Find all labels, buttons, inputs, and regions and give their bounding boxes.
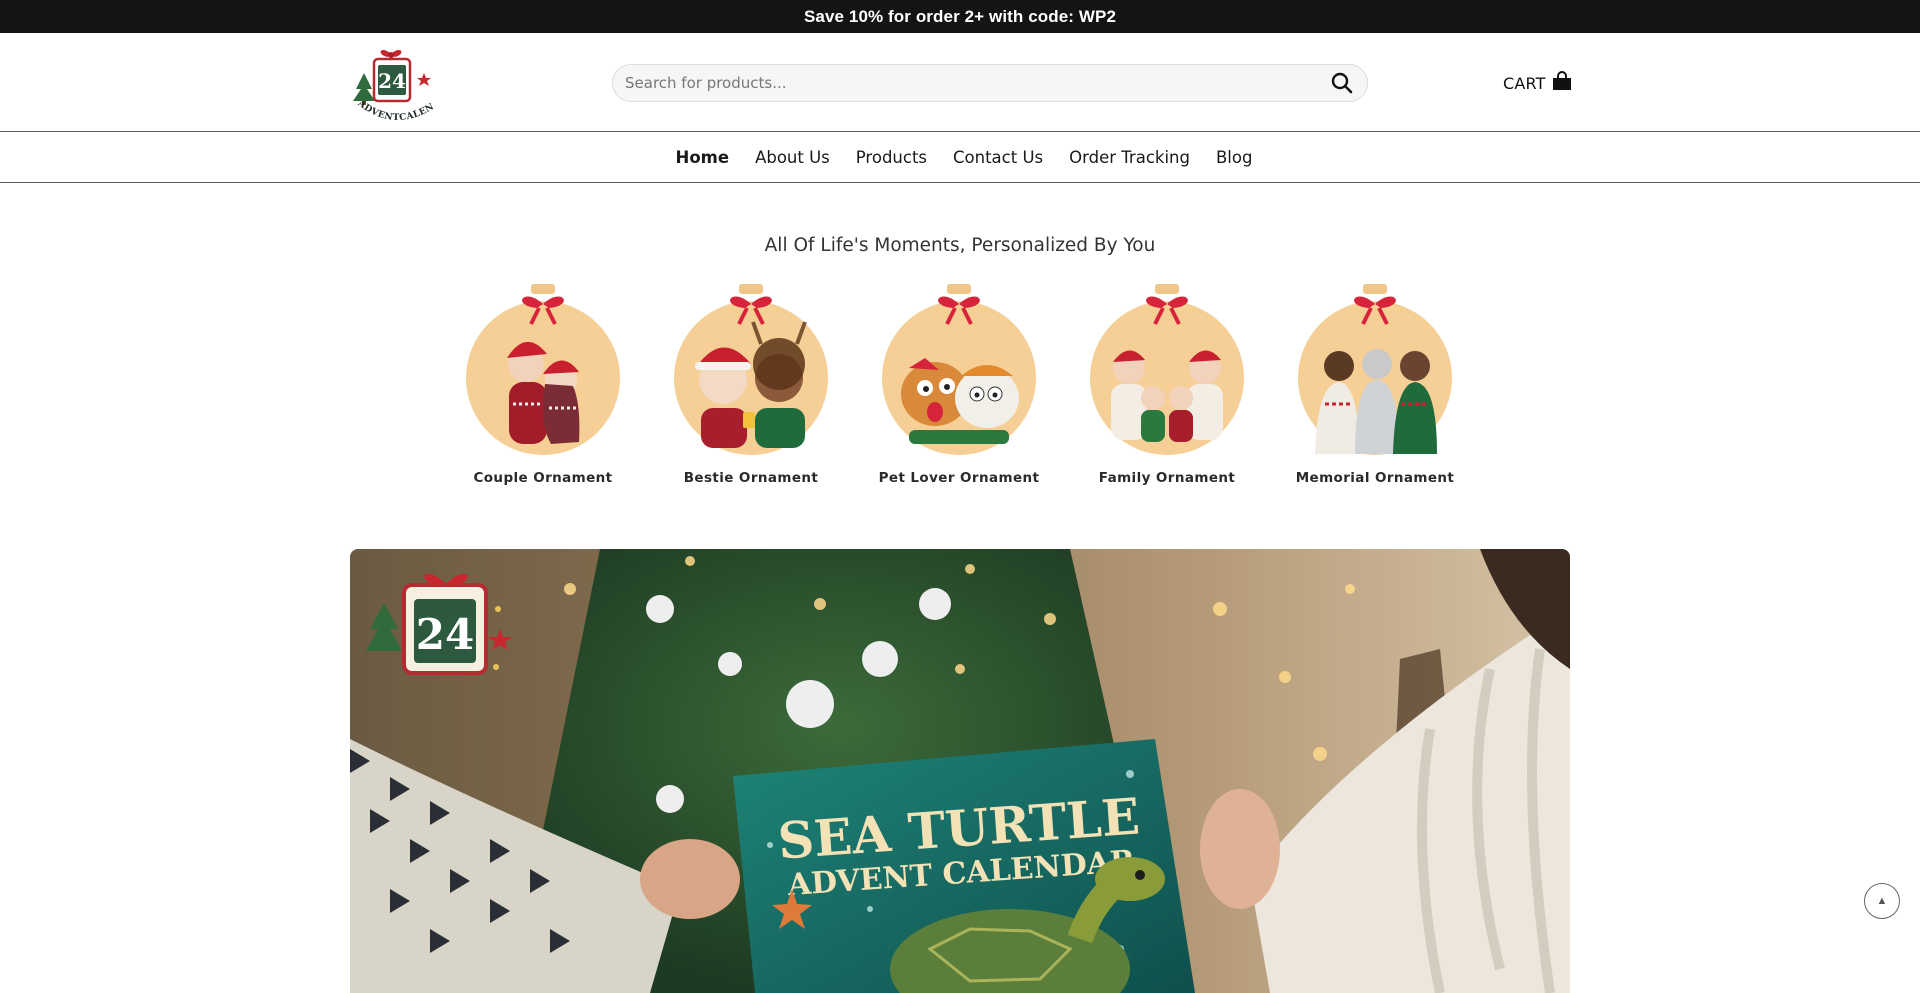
search-bar	[612, 64, 1368, 102]
pet-lover-ornament-image	[882, 284, 1036, 455]
arrow-up-icon: ▲	[1876, 895, 1888, 907]
memorial-ornament-image	[1298, 284, 1452, 455]
nav-item-order-tracking[interactable]: Order Tracking	[1069, 148, 1190, 167]
scroll-to-top-button[interactable]: ▲	[1864, 883, 1900, 919]
family-ornament-image	[1090, 284, 1244, 455]
ornament-label: Family Ornament	[1098, 470, 1236, 486]
search-icon[interactable]	[1329, 70, 1355, 96]
cart-button[interactable]: CART	[1503, 70, 1572, 96]
section-title: All Of Life's Moments, Personalized By Y…	[764, 235, 1156, 256]
ornament-card-pet-lover[interactable]: Pet Lover Ornament	[869, 284, 1049, 494]
site-header: 24 ADVENTCALENDAFUN CART	[0, 33, 1920, 132]
ornament-card-bestie[interactable]: Bestie Ornament	[661, 284, 841, 494]
ornament-label: Bestie Ornament	[683, 470, 819, 486]
ornament-card-family[interactable]: Family Ornament	[1077, 284, 1257, 494]
svg-text:24: 24	[378, 69, 406, 93]
ornament-label: Couple Ornament	[473, 470, 613, 486]
ornament-category-list: Couple Ornament Bestie Ornament Pet Love…	[0, 284, 1920, 494]
svg-text:24: 24	[416, 610, 474, 659]
hero-banner[interactable]: SEA TURTLE ADVENT CALENDAR 24	[350, 549, 1570, 993]
promo-text: Save 10% for order 2+ with code: WP2	[803, 6, 1117, 26]
nav-item-products[interactable]: Products	[856, 148, 927, 167]
nav-item-home[interactable]: Home	[676, 148, 730, 167]
nav-item-contact-us[interactable]: Contact Us	[953, 148, 1043, 167]
promo-bar: Save 10% for order 2+ with code: WP2	[0, 0, 1920, 33]
ornament-label: Memorial Ornament	[1295, 470, 1455, 486]
ornament-label: Pet Lover Ornament	[878, 470, 1040, 486]
cart-label: CART	[1503, 73, 1546, 93]
nav-item-about-us[interactable]: About Us	[755, 148, 830, 167]
ornament-card-couple[interactable]: Couple Ornament	[453, 284, 633, 494]
main-nav: Home About Us Products Contact Us Order …	[0, 132, 1920, 183]
logo-icon: 24 ADVENTCALENDAFUN	[345, 36, 435, 123]
nav-item-blog[interactable]: Blog	[1216, 148, 1252, 167]
hero-image: SEA TURTLE ADVENT CALENDAR 24	[350, 549, 1570, 993]
search-input[interactable]	[625, 74, 1329, 92]
couple-ornament-image	[466, 284, 620, 455]
site-logo[interactable]: 24 ADVENTCALENDAFUN	[345, 36, 450, 127]
ornament-card-memorial[interactable]: Memorial Ornament	[1285, 284, 1465, 494]
shopping-bag-icon	[1552, 70, 1572, 96]
bestie-ornament-image	[674, 284, 828, 455]
